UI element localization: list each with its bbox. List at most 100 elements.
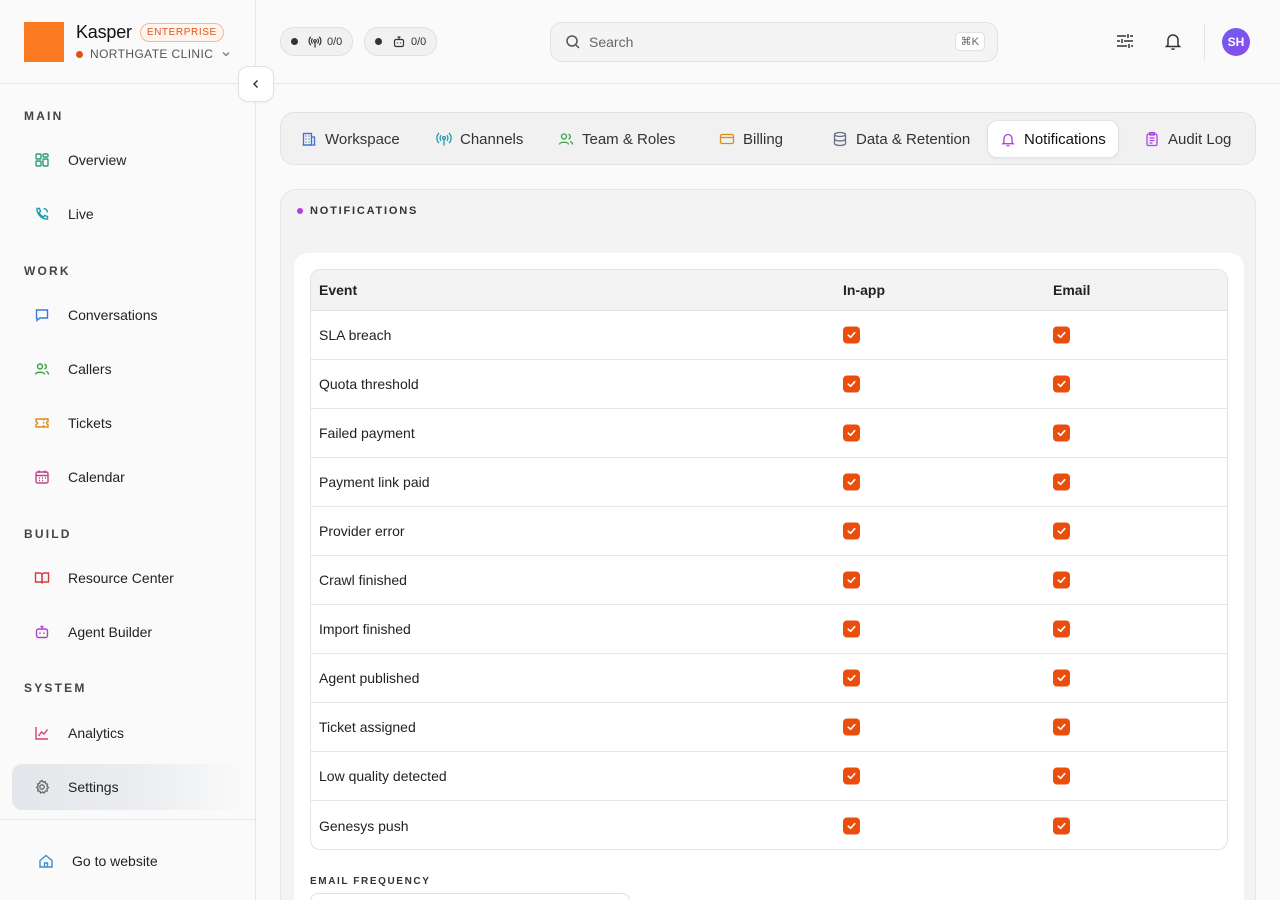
sidebar-item-label: Live — [68, 206, 94, 222]
table-body: SLA breach Quota threshold Failed payment P… — [311, 311, 1227, 849]
email-checkbox[interactable] — [1053, 571, 1070, 589]
event-name: Low quality detected — [319, 768, 447, 784]
avatar[interactable]: SH — [1222, 28, 1250, 56]
building-icon — [301, 131, 317, 147]
gear-icon — [34, 779, 50, 795]
sidebar-item-overview[interactable]: Overview — [12, 137, 244, 183]
section-dot — [297, 208, 303, 214]
email-checkbox[interactable] — [1053, 718, 1070, 736]
email-checkbox[interactable] — [1053, 424, 1070, 442]
nav-section-work: WORK — [24, 264, 71, 278]
event-name: Agent published — [319, 670, 420, 686]
calendar-icon — [34, 469, 50, 485]
sliders-icon — [1117, 34, 1133, 48]
email-checkbox[interactable] — [1053, 767, 1070, 785]
column-header-event: Event — [319, 282, 358, 298]
email-frequency-label: EMAIL FREQUENCY — [310, 876, 431, 887]
sidebar-item-callers[interactable]: Callers — [12, 346, 244, 392]
bell-icon — [1164, 34, 1182, 51]
collapse-sidebar-button[interactable] — [238, 66, 274, 102]
tab-data-retention[interactable]: Data & Retention — [820, 120, 982, 158]
inapp-checkbox[interactable] — [843, 620, 860, 638]
inapp-checkbox[interactable] — [843, 571, 860, 589]
notifications-button[interactable] — [1162, 30, 1184, 52]
email-checkbox[interactable] — [1053, 620, 1070, 638]
table-row: SLA breach — [311, 311, 1227, 360]
tab-billing[interactable]: Billing — [707, 120, 795, 158]
top-bar: 0/0 0/0 ⌘K SH — [256, 0, 1280, 84]
email-checkbox[interactable] — [1053, 473, 1070, 491]
inapp-checkbox[interactable] — [843, 669, 860, 687]
search-input[interactable] — [589, 34, 929, 50]
search-bar[interactable]: ⌘K — [550, 22, 998, 62]
tab-label: Workspace — [325, 130, 400, 148]
sidebar-item-analytics[interactable]: Analytics — [12, 710, 244, 756]
tab-audit-log[interactable]: Audit Log — [1132, 120, 1243, 158]
email-checkbox[interactable] — [1053, 669, 1070, 687]
sidebar-item-label: Conversations — [68, 307, 158, 323]
sidebar-footer: Go to website — [0, 819, 256, 900]
inapp-checkbox[interactable] — [843, 718, 860, 736]
sidebar-item-settings[interactable]: Settings — [12, 764, 244, 810]
sidebar-item-resource-center[interactable]: Resource Center — [12, 555, 244, 601]
phone-icon — [34, 206, 50, 222]
agents-pill[interactable]: 0/0 — [364, 27, 438, 56]
sidebar-item-live[interactable]: Live — [12, 191, 244, 237]
tab-workspace[interactable]: Workspace — [289, 120, 412, 158]
sidebar-item-conversations[interactable]: Conversations — [12, 292, 244, 338]
users-icon — [34, 361, 50, 377]
org-name: NORTHGATE CLINIC — [90, 47, 214, 61]
chevron-left-icon — [252, 79, 259, 89]
sidebar-item-calendar[interactable]: Calendar — [12, 454, 244, 500]
inapp-checkbox[interactable] — [843, 326, 860, 344]
sidebar-item-label: Agent Builder — [68, 624, 153, 640]
chart-icon — [34, 725, 50, 741]
live-calls-pill[interactable]: 0/0 — [280, 27, 354, 56]
email-checkbox[interactable] — [1053, 522, 1070, 540]
chevron-down-icon — [222, 52, 230, 57]
bot-icon — [34, 624, 50, 640]
inapp-checkbox[interactable] — [843, 767, 860, 785]
email-checkbox[interactable] — [1053, 817, 1070, 834]
tab-label: Data & Retention — [856, 130, 971, 148]
panel-title-text: NOTIFICATIONS — [310, 205, 419, 217]
sidebar-item-label: Calendar — [68, 469, 125, 485]
tab-label: Audit Log — [1168, 130, 1232, 148]
filters-button[interactable] — [1114, 30, 1136, 52]
org-switcher[interactable]: NORTHGATE CLINIC — [76, 47, 231, 61]
tab-notifications[interactable]: Notifications — [987, 120, 1119, 158]
sidebar-item-label: Go to website — [72, 853, 158, 869]
inapp-checkbox[interactable] — [843, 817, 860, 834]
plan-badge: ENTERPRISE — [139, 23, 224, 42]
event-name: Genesys push — [319, 817, 409, 834]
pill-count: 0/0 — [411, 35, 427, 48]
tab-team-roles[interactable]: Team & Roles — [546, 120, 687, 158]
email-checkbox[interactable] — [1053, 326, 1070, 344]
search-icon — [566, 35, 580, 49]
tab-label: Channels — [460, 130, 524, 148]
tab-label: Billing — [743, 130, 784, 148]
status-dot — [291, 38, 298, 45]
users-icon — [558, 131, 574, 147]
inapp-checkbox[interactable] — [843, 375, 860, 393]
panel-title: NOTIFICATIONS — [297, 205, 418, 217]
inapp-checkbox[interactable] — [843, 522, 860, 540]
tab-channels[interactable]: Channels — [424, 120, 535, 158]
card-icon — [719, 131, 735, 147]
sidebar-item-agent-builder[interactable]: Agent Builder — [12, 609, 244, 655]
sidebar-item-tickets[interactable]: Tickets — [12, 400, 244, 446]
event-name: Import finished — [319, 621, 411, 637]
inapp-checkbox[interactable] — [843, 473, 860, 491]
event-name: Quota threshold — [319, 376, 419, 392]
status-dot — [375, 38, 382, 45]
brand-logo[interactable] — [24, 21, 64, 62]
email-frequency-select[interactable] — [310, 893, 630, 900]
column-header-email: Email — [1053, 282, 1091, 298]
go-to-website-link[interactable]: Go to website — [12, 838, 244, 884]
nav-section-build: BUILD — [24, 527, 72, 541]
inapp-checkbox[interactable] — [843, 424, 860, 442]
notifications-card: Event In-app Email SLA breach Quota thres… — [294, 253, 1244, 900]
table-header: Event In-app Email — [311, 270, 1227, 311]
email-checkbox[interactable] — [1053, 375, 1070, 393]
event-name: Payment link paid — [319, 474, 430, 490]
